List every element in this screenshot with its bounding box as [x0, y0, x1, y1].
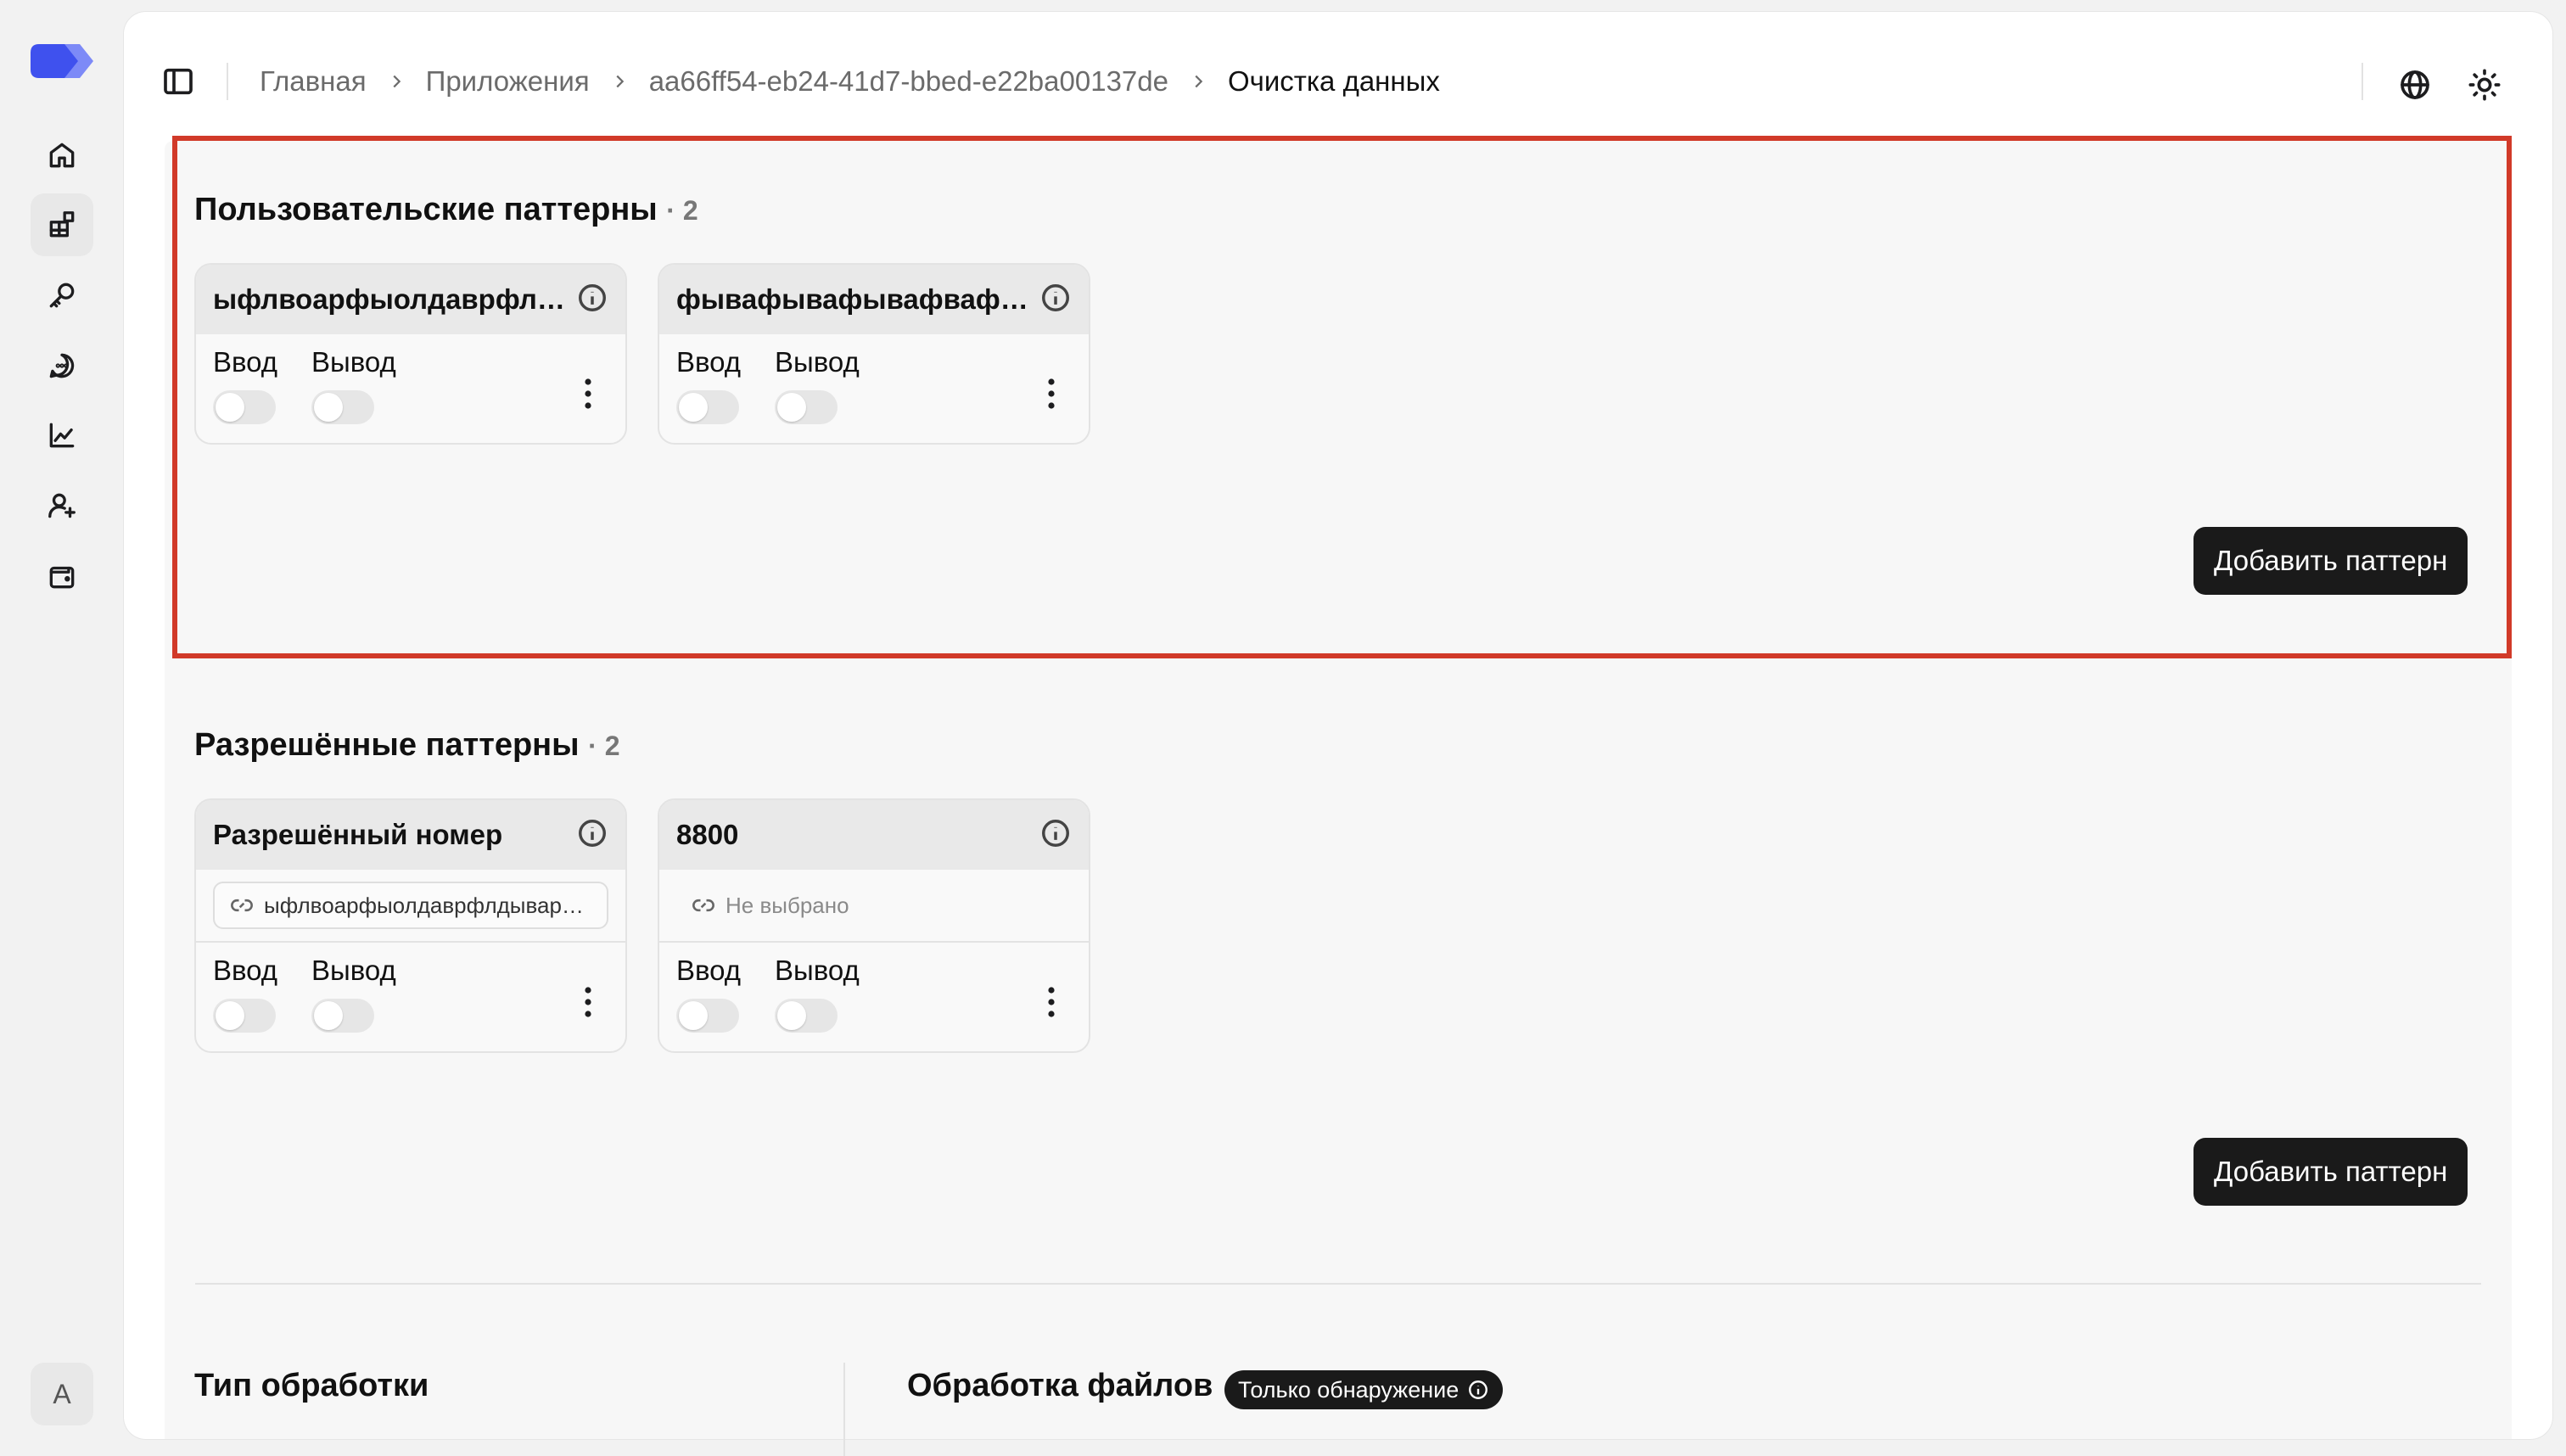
pattern-name: Разрешённый номер — [213, 819, 503, 850]
output-toggle[interactable] — [775, 999, 838, 1033]
breadcrumb-current: Очистка данных — [1227, 65, 1440, 97]
badge-label: Только обнаружение — [1238, 1376, 1459, 1403]
output-label: Вывод — [775, 955, 860, 986]
input-label: Ввод — [213, 955, 278, 986]
custom-pattern-card: ыфлвоарфыолдаврфлдыварфыварфыварфыв Ввод… — [194, 263, 627, 445]
sun-icon — [2468, 69, 2501, 101]
home-icon — [49, 143, 75, 168]
sidebar-item-home[interactable] — [31, 124, 93, 187]
more-vertical-icon[interactable] — [583, 377, 593, 411]
sidebar-item-keys[interactable] — [31, 264, 93, 327]
add-allowed-pattern-button[interactable]: Добавить паттерн — [2193, 1138, 2468, 1206]
pattern-name: фывафывафывафвафывафывафывафыва — [676, 283, 1033, 315]
info-icon[interactable] — [1039, 817, 1072, 854]
wallet-icon — [49, 566, 75, 589]
globe-icon — [2401, 70, 2429, 99]
input-toggle[interactable] — [676, 999, 739, 1033]
sidebar-panel-icon — [164, 68, 193, 95]
output-label: Вывод — [775, 346, 860, 378]
allowed-patterns-title: Разрешённые паттерны · 2 — [194, 727, 620, 763]
topbar: Главная Приложения aa66ff54-eb24-41d7-bb… — [124, 12, 2552, 141]
sidebar-toggle-button[interactable] — [161, 64, 195, 98]
output-toggle[interactable] — [311, 390, 374, 424]
info-icon[interactable] — [576, 817, 608, 854]
input-toggle[interactable] — [676, 390, 739, 424]
linked-pattern-name: Не выбрано — [726, 892, 849, 918]
input-label: Ввод — [676, 955, 742, 986]
breadcrumb-home[interactable]: Главная — [260, 65, 367, 98]
apps-icon — [49, 211, 75, 238]
processing-type-title: Тип обработки — [194, 1368, 429, 1403]
link-icon — [692, 899, 714, 912]
custom-patterns-title: Пользовательские паттерны · 2 — [194, 192, 698, 227]
breadcrumb-app-id[interactable]: aa66ff54-eb24-41d7-bbed-e22ba00137de — [649, 65, 1168, 98]
sidebar-item-billing[interactable] — [31, 545, 93, 608]
app-logo[interactable] — [31, 39, 95, 83]
key-icon — [49, 283, 75, 308]
more-vertical-icon[interactable] — [1046, 377, 1056, 411]
avatar[interactable]: A — [31, 1363, 93, 1425]
output-label: Вывод — [311, 955, 396, 986]
output-toggle[interactable] — [311, 999, 374, 1033]
file-processing-title: Обработка файлов — [907, 1368, 1213, 1403]
more-vertical-icon[interactable] — [1046, 985, 1056, 1019]
section-divider — [195, 1283, 2481, 1285]
output-toggle[interactable] — [775, 390, 838, 424]
allowed-pattern-card: 8800 Не выбрано Ввод Вывод — [658, 798, 1090, 1053]
language-button[interactable] — [2398, 68, 2432, 102]
link-icon — [231, 899, 253, 912]
input-label: Ввод — [213, 346, 278, 378]
input-label: Ввод — [676, 346, 742, 378]
allowed-pattern-card: Разрешённый номер ыфлвоарфыолдаврфлдывар… — [194, 798, 627, 1053]
divider — [227, 63, 228, 100]
user-add-icon — [48, 493, 76, 518]
app-rail: A — [0, 0, 124, 1456]
theme-toggle-button[interactable] — [2468, 68, 2502, 102]
chart-icon — [49, 423, 75, 448]
detection-only-badge[interactable]: Только обнаружение — [1224, 1370, 1504, 1409]
info-icon[interactable] — [1039, 282, 1072, 318]
chevron-right-icon — [590, 72, 649, 91]
input-toggle[interactable] — [213, 999, 276, 1033]
column-divider — [843, 1363, 845, 1456]
pattern-name: 8800 — [676, 819, 739, 850]
output-label: Вывод — [311, 346, 396, 378]
info-icon[interactable] — [576, 282, 608, 318]
info-icon — [1469, 1380, 1488, 1399]
more-vertical-icon[interactable] — [583, 985, 593, 1019]
linked-pattern-name: ыфлвоарфыолдаврфлдыварфыварфыв — [264, 892, 591, 918]
input-toggle[interactable] — [213, 390, 276, 424]
sidebar-item-chat[interactable] — [31, 334, 93, 397]
chevron-right-icon — [1168, 72, 1228, 91]
linked-pattern-chip[interactable]: ыфлвоарфыолдаврфлдыварфыварфыв — [213, 882, 608, 929]
sidebar-item-analytics[interactable] — [31, 404, 93, 467]
linked-pattern-chip[interactable]: Не выбрано — [676, 882, 1072, 929]
custom-pattern-card: фывафывафывафвафывафывафывафыва Ввод Выв… — [658, 263, 1090, 445]
sidebar-item-users[interactable] — [31, 474, 93, 537]
add-custom-pattern-button[interactable]: Добавить паттерн — [2193, 527, 2468, 595]
breadcrumb-apps[interactable]: Приложения — [426, 65, 590, 98]
pattern-name: ыфлвоарфыолдаврфлдыварфыварфыварфыв — [213, 283, 569, 315]
chat-icon — [49, 353, 75, 378]
sidebar-item-apps[interactable] — [31, 193, 93, 256]
divider — [2362, 63, 2363, 100]
chevron-right-icon — [367, 72, 426, 91]
breadcrumb: Главная Приложения aa66ff54-eb24-41d7-bb… — [260, 61, 1440, 102]
